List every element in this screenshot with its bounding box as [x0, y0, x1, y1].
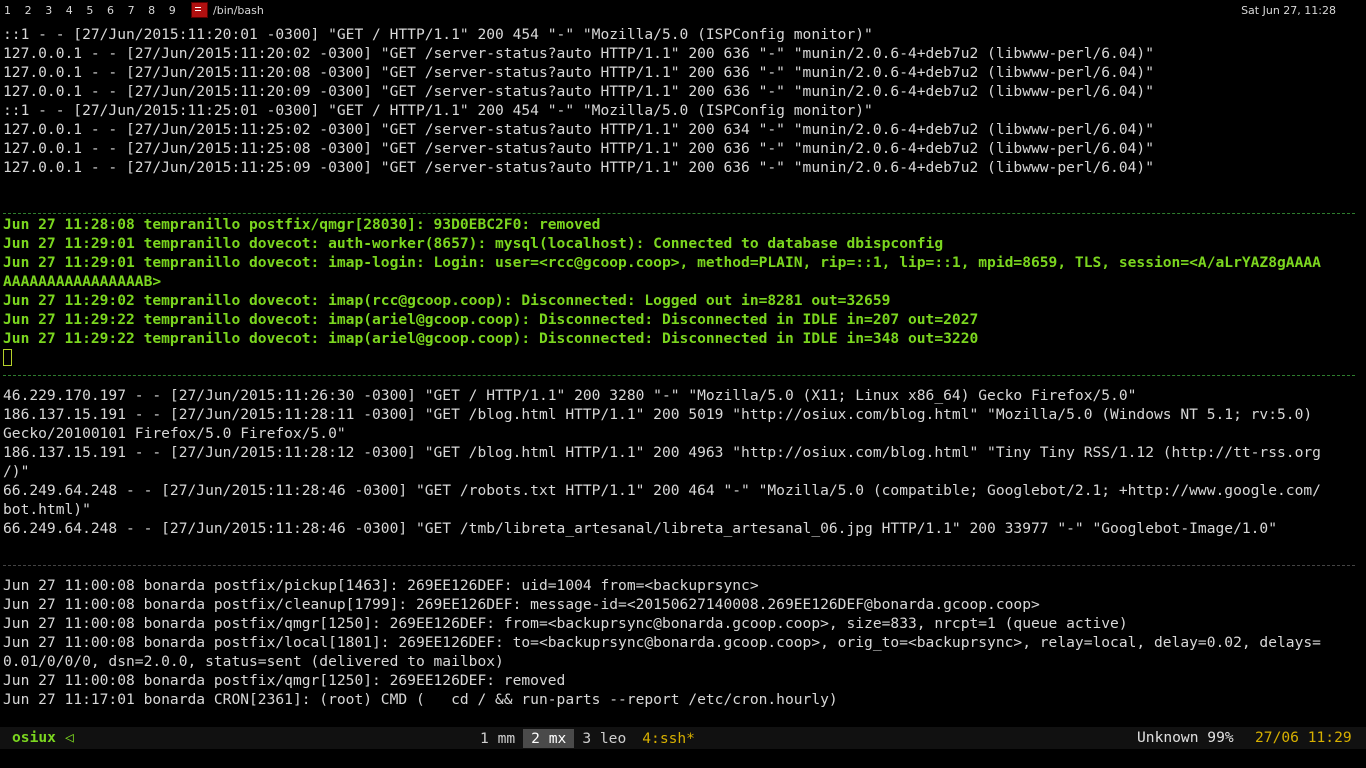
log-line: AAAAAAAAAAAAAAAAB>	[3, 273, 162, 290]
log-line: Jun 27 11:00:08 bonarda postfix/pickup[1…	[3, 577, 759, 594]
window-title: /bin/bash	[213, 4, 264, 17]
workspace-label: 1	[4, 4, 11, 17]
battery-status: Unknown 99%	[1137, 729, 1234, 746]
log-line: 127.0.0.1 - - [27/Jun/2015:11:25:02 -030…	[3, 121, 1154, 138]
log-line: 127.0.0.1 - - [27/Jun/2015:11:20:02 -030…	[3, 45, 1154, 62]
log-line: 186.137.15.191 - - [27/Jun/2015:11:28:11…	[3, 406, 1313, 423]
terminal-pane-web-access-log[interactable]: 46.229.170.197 - - [27/Jun/2015:11:26:30…	[3, 386, 1363, 538]
workspace-label: 4	[65, 4, 73, 17]
log-line: Jun 27 11:00:08 bonarda postfix/cleanup[…	[3, 596, 1040, 613]
tab-mm[interactable]: 1 mm	[472, 729, 523, 748]
workspace-6[interactable]: 6	[107, 4, 128, 17]
window-manager-topbar: 1 2 3 4 5 6 7 8 9 /bin/bash Sat Jun 27, …	[0, 0, 1366, 21]
workspace-label: 3	[45, 4, 53, 17]
tab-ssh[interactable]: 4:ssh*	[634, 729, 703, 748]
tab-leo[interactable]: 3 leo	[574, 729, 634, 748]
terminal-pane-postfix-log[interactable]: Jun 27 11:00:08 bonarda postfix/pickup[1…	[3, 576, 1363, 709]
log-line: Jun 27 11:00:08 bonarda postfix/local[18…	[3, 634, 1321, 651]
workspace-label: 8	[148, 4, 156, 17]
log-line: 0.01/0/0/0, dsn=2.0.0, status=sent (deli…	[3, 653, 504, 670]
status-datetime: 27/06 11:29	[1255, 729, 1352, 746]
log-line: 186.137.15.191 - - [27/Jun/2015:11:28:12…	[3, 444, 1321, 461]
workspace-3[interactable]: 3	[45, 4, 66, 17]
log-line: ::1 - - [27/Jun/2015:11:25:01 -0300] "GE…	[3, 102, 873, 119]
terminal-pane-server-status-log[interactable]: ::1 - - [27/Jun/2015:11:20:01 -0300] "GE…	[3, 25, 1363, 177]
log-line: 127.0.0.1 - - [27/Jun/2015:11:20:08 -030…	[3, 64, 1154, 81]
log-line: Jun 27 11:00:08 bonarda postfix/qmgr[125…	[3, 615, 1128, 632]
workspace-label: 2	[24, 4, 32, 17]
workspace-5[interactable]: 5	[86, 4, 107, 17]
window-tabs: 1 mm 2 mx 3 leo 4:ssh*	[472, 729, 703, 748]
log-line: Jun 27 11:29:22 tempranillo dovecot: ima…	[3, 330, 979, 347]
terminal-pane-mail-log-active[interactable]: Jun 27 11:28:08 tempranillo postfix/qmgr…	[3, 215, 1363, 366]
log-line: Gecko/20100101 Firefox/5.0 Firefox/5.0"	[3, 425, 346, 442]
log-line: 127.0.0.1 - - [27/Jun/2015:11:20:09 -030…	[3, 83, 1154, 100]
log-line: bot.html)"	[3, 501, 91, 518]
log-line: /)"	[3, 463, 30, 480]
workspace-1[interactable]: 1	[4, 4, 25, 17]
log-line: ::1 - - [27/Jun/2015:11:20:01 -0300] "GE…	[3, 26, 873, 43]
topbar-clock: Sat Jun 27, 11:28	[1241, 4, 1336, 17]
log-line: Jun 27 11:29:01 tempranillo dovecot: aut…	[3, 235, 944, 252]
tab-mx[interactable]: 2 mx	[523, 729, 575, 748]
tmux-status-bar: osiux ◁ 1 mm 2 mx 3 leo 4:ssh* Unknown 9…	[0, 727, 1366, 749]
workspace-2[interactable]: 2	[25, 4, 46, 17]
session-name[interactable]: osiux	[12, 729, 56, 746]
pane-divider[interactable]	[3, 375, 1355, 377]
workspace-label: 5	[86, 4, 94, 17]
pane-divider[interactable]	[3, 565, 1355, 567]
log-line: 66.249.64.248 - - [27/Jun/2015:11:28:46 …	[3, 520, 1277, 537]
terminal-icon	[191, 2, 208, 18]
workspace-label: 6	[106, 4, 114, 17]
log-line: 66.249.64.248 - - [27/Jun/2015:11:28:46 …	[3, 482, 1321, 499]
workspace-label: 9	[168, 4, 176, 17]
workspace-8[interactable]: 8	[148, 4, 169, 17]
log-line: Jun 27 11:29:02 tempranillo dovecot: ima…	[3, 292, 891, 309]
arrow-left-icon: ◁	[65, 729, 74, 746]
log-line: 46.229.170.197 - - [27/Jun/2015:11:26:30…	[3, 387, 1137, 404]
terminal-cursor[interactable]	[3, 349, 12, 366]
workspace-9[interactable]: 9	[169, 4, 190, 17]
log-line: Jun 27 11:28:08 tempranillo postfix/qmgr…	[3, 216, 601, 233]
log-line: Jun 27 11:29:01 tempranillo dovecot: ima…	[3, 254, 1321, 271]
workspace-7[interactable]: 7	[128, 4, 149, 17]
workspace-4[interactable]: 4	[66, 4, 87, 17]
log-line: Jun 27 11:29:22 tempranillo dovecot: ima…	[3, 311, 979, 328]
workspace-label: 7	[127, 4, 135, 17]
log-line: 127.0.0.1 - - [27/Jun/2015:11:25:08 -030…	[3, 140, 1154, 157]
log-line: Jun 27 11:00:08 bonarda postfix/qmgr[125…	[3, 672, 566, 689]
log-line: Jun 27 11:17:01 bonarda CRON[2361]: (roo…	[3, 691, 838, 708]
workspace-switcher: 1 2 3 4 5 6 7 8 9	[4, 4, 189, 17]
log-line: 127.0.0.1 - - [27/Jun/2015:11:25:09 -030…	[3, 159, 1154, 176]
